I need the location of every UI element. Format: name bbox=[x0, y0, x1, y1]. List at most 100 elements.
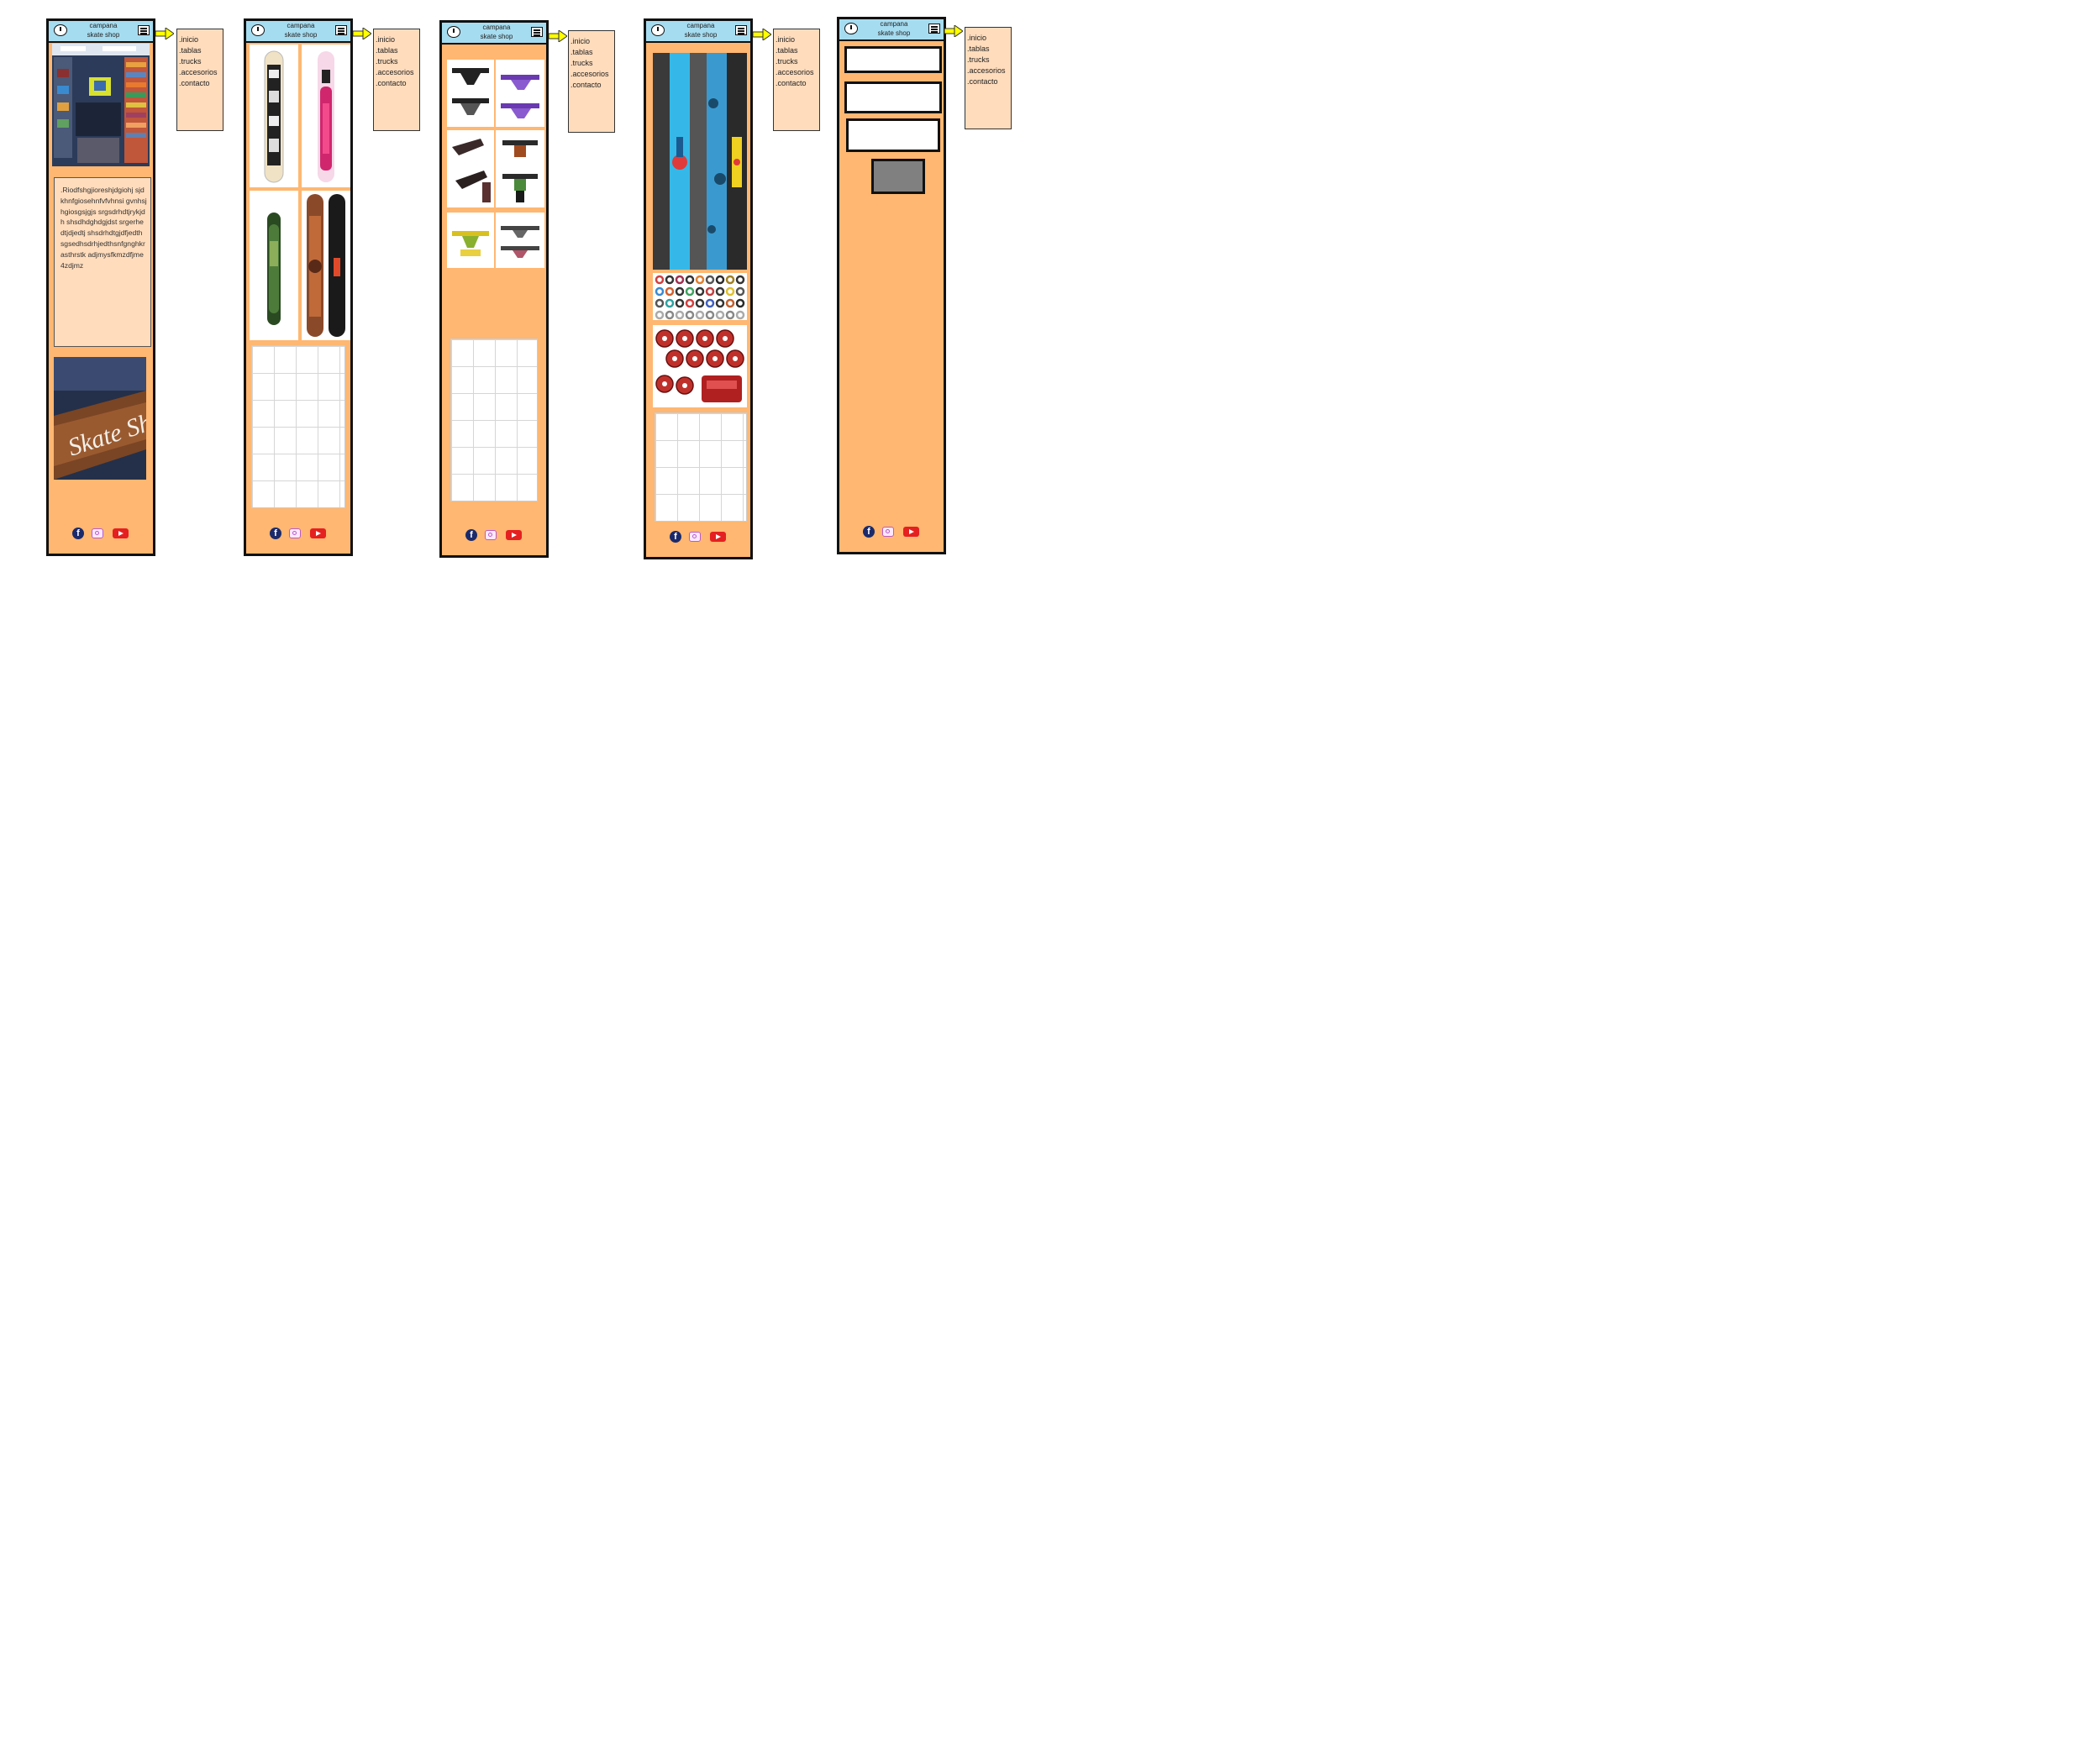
menu-item-tablas[interactable]: .tablas bbox=[776, 45, 818, 56]
dropdown-menu: .inicio .tablas .trucks .accesorios .con… bbox=[176, 29, 223, 131]
menu-item-tablas[interactable]: .tablas bbox=[376, 45, 418, 56]
product-table bbox=[251, 345, 345, 508]
truck-product-6[interactable] bbox=[496, 213, 544, 268]
mockup-inicio: campana skate shop .Riodfshgjioreshjdgioh… bbox=[46, 18, 155, 556]
facebook-icon[interactable]: f bbox=[670, 531, 681, 543]
menu-item-trucks[interactable]: .trucks bbox=[776, 56, 818, 67]
menu-item-inicio[interactable]: .inicio bbox=[967, 33, 1009, 44]
facebook-icon[interactable]: f bbox=[270, 528, 281, 539]
menu-arrow bbox=[353, 28, 371, 39]
submit-button[interactable] bbox=[871, 159, 925, 194]
brand-name: campana skate shop bbox=[877, 20, 911, 37]
youtube-icon[interactable] bbox=[710, 532, 726, 542]
dropdown-menu: .inicio .tablas .trucks .accesorios .con… bbox=[965, 27, 1012, 129]
board-product-4[interactable] bbox=[302, 191, 350, 340]
menu-item-accesorios[interactable]: .accesorios bbox=[571, 69, 613, 80]
youtube-icon[interactable] bbox=[310, 528, 326, 538]
truck-product-2[interactable] bbox=[496, 60, 544, 127]
menu-item-tablas[interactable]: .tablas bbox=[179, 45, 221, 56]
social-links: f bbox=[465, 528, 524, 542]
social-links: f bbox=[863, 525, 922, 538]
instagram-icon[interactable] bbox=[485, 530, 497, 540]
truck-product-3[interactable] bbox=[447, 130, 494, 207]
mockup-accesorios: campana skate shop f bbox=[644, 18, 753, 559]
instagram-icon[interactable] bbox=[689, 532, 701, 542]
menu-icon[interactable] bbox=[735, 25, 747, 35]
menu-item-contacto[interactable]: .contacto bbox=[376, 78, 418, 89]
menu-item-inicio[interactable]: .inicio bbox=[571, 36, 613, 47]
clock-logo-icon[interactable] bbox=[651, 24, 665, 36]
social-links: f bbox=[270, 527, 329, 540]
menu-item-accesorios[interactable]: .accesorios bbox=[967, 66, 1009, 76]
facebook-icon[interactable]: f bbox=[72, 528, 84, 539]
facebook-icon[interactable]: f bbox=[863, 526, 875, 538]
product-table bbox=[655, 412, 747, 522]
menu-item-trucks[interactable]: .trucks bbox=[179, 56, 221, 67]
dropdown-menu: .inicio .tablas .trucks .accesorios .con… bbox=[568, 30, 615, 133]
brand-name: campana skate shop bbox=[480, 24, 513, 40]
header: campana skate shop bbox=[646, 21, 750, 43]
dropdown-menu: .inicio .tablas .trucks .accesorios .con… bbox=[773, 29, 820, 131]
menu-item-contacto[interactable]: .contacto bbox=[967, 76, 1009, 87]
menu-item-trucks[interactable]: .trucks bbox=[571, 58, 613, 69]
menu-arrow bbox=[753, 29, 771, 40]
menu-arrow bbox=[155, 28, 174, 39]
griptape-photo[interactable] bbox=[653, 53, 747, 270]
youtube-icon[interactable] bbox=[506, 530, 522, 540]
menu-icon[interactable] bbox=[531, 27, 543, 37]
instagram-icon[interactable] bbox=[882, 527, 894, 537]
clock-logo-icon[interactable] bbox=[844, 23, 858, 34]
header: campana skate shop bbox=[442, 23, 546, 45]
menu-icon[interactable] bbox=[928, 24, 940, 34]
contact-field-3[interactable] bbox=[846, 118, 940, 152]
mockup-tablas: campana skate shop f bbox=[244, 18, 353, 556]
menu-item-trucks[interactable]: .trucks bbox=[967, 55, 1009, 66]
youtube-icon[interactable] bbox=[113, 528, 129, 538]
menu-item-contacto[interactable]: .contacto bbox=[571, 80, 613, 91]
menu-arrow bbox=[944, 25, 963, 37]
menu-item-contacto[interactable]: .contacto bbox=[776, 78, 818, 89]
product-table bbox=[450, 339, 538, 501]
store-photo bbox=[52, 44, 150, 166]
clock-logo-icon[interactable] bbox=[54, 24, 67, 36]
facebook-icon[interactable]: f bbox=[465, 529, 477, 541]
clock-logo-icon[interactable] bbox=[447, 26, 460, 38]
truck-product-1[interactable] bbox=[447, 60, 494, 127]
menu-item-tablas[interactable]: .tablas bbox=[967, 44, 1009, 55]
contact-field-1[interactable] bbox=[844, 46, 942, 73]
menu-item-tablas[interactable]: .tablas bbox=[571, 47, 613, 58]
menu-icon[interactable] bbox=[335, 25, 347, 35]
social-links: f bbox=[72, 527, 131, 540]
dropdown-menu: .inicio .tablas .trucks .accesorios .con… bbox=[373, 29, 420, 131]
wheels-photo[interactable] bbox=[653, 273, 747, 320]
header: campana skate shop bbox=[49, 21, 153, 43]
brand-name: campana skate shop bbox=[87, 22, 120, 39]
menu-item-accesorios[interactable]: .accesorios bbox=[179, 67, 221, 78]
youtube-icon[interactable] bbox=[903, 527, 919, 537]
menu-item-contacto[interactable]: .contacto bbox=[179, 78, 221, 89]
board-product-3[interactable] bbox=[250, 191, 298, 340]
menu-item-inicio[interactable]: .inicio bbox=[179, 34, 221, 45]
intro-text: .Riodfshgjioreshjdgiohj sjdkhnfgiosehnfv… bbox=[54, 177, 151, 347]
menu-item-inicio[interactable]: .inicio bbox=[776, 34, 818, 45]
skate-shop-photo: Skate Shop bbox=[54, 357, 146, 480]
menu-item-trucks[interactable]: .trucks bbox=[376, 56, 418, 67]
menu-arrow bbox=[549, 30, 567, 42]
board-product-2[interactable] bbox=[302, 45, 350, 187]
header: campana skate shop bbox=[246, 21, 350, 43]
board-product-1[interactable] bbox=[250, 45, 298, 187]
clock-logo-icon[interactable] bbox=[251, 24, 265, 36]
menu-icon[interactable] bbox=[138, 25, 150, 35]
brand-name: campana skate shop bbox=[684, 22, 718, 39]
truck-product-5[interactable] bbox=[447, 213, 494, 268]
instagram-icon[interactable] bbox=[289, 528, 301, 538]
truck-product-4[interactable] bbox=[496, 130, 544, 207]
instagram-icon[interactable] bbox=[92, 528, 103, 538]
contact-field-2[interactable] bbox=[844, 81, 942, 113]
menu-item-inicio[interactable]: .inicio bbox=[376, 34, 418, 45]
menu-item-accesorios[interactable]: .accesorios bbox=[376, 67, 418, 78]
bearings-photo[interactable] bbox=[653, 325, 747, 407]
brand-name: campana skate shop bbox=[284, 22, 318, 39]
menu-item-accesorios[interactable]: .accesorios bbox=[776, 67, 818, 78]
social-links: f bbox=[670, 530, 728, 543]
